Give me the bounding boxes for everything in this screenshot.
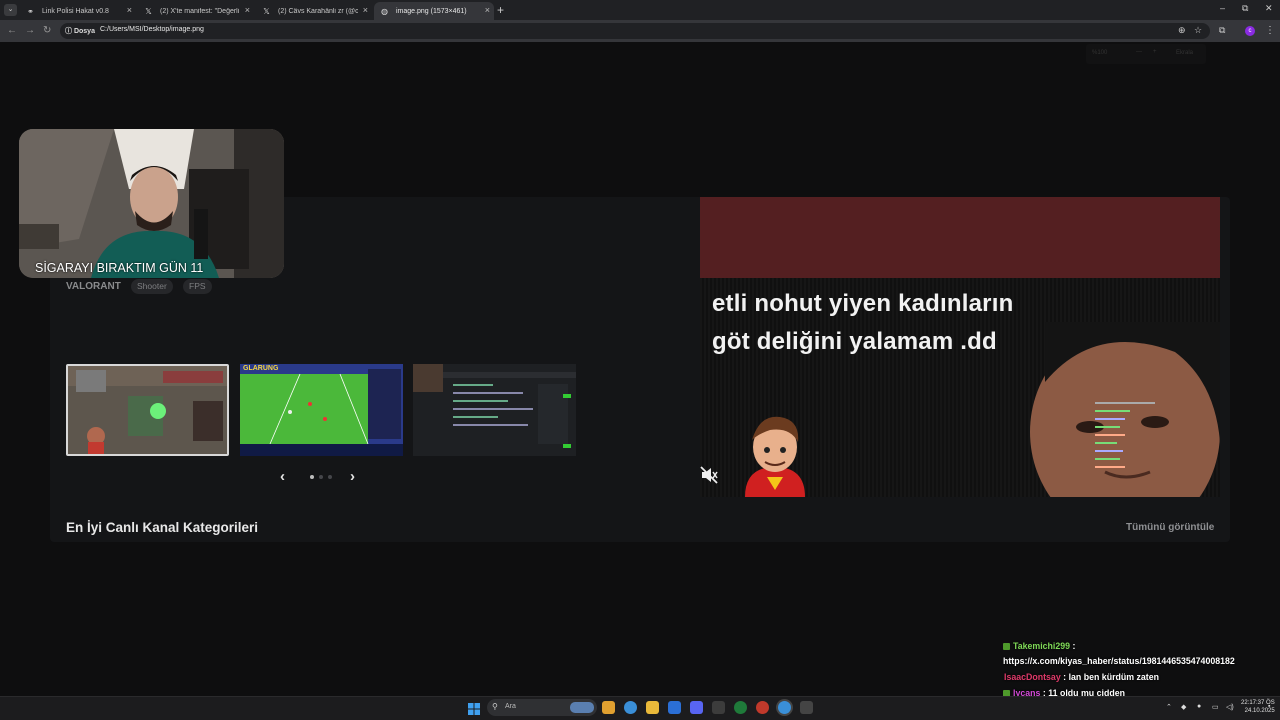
chrome-active-icon[interactable]	[778, 701, 791, 714]
code-editor-thumbnail-art	[413, 364, 576, 456]
windows-start-icon[interactable]	[468, 702, 480, 715]
bookmark-star-icon[interactable]: ☆	[1194, 25, 1202, 36]
maximize-button[interactable]: ⧉	[1242, 3, 1248, 14]
whatsapp-icon[interactable]	[734, 701, 747, 714]
zoom-minus: —	[1136, 49, 1142, 55]
url-text[interactable]: C:/Users/MSI/Desktop/image.png	[100, 26, 204, 33]
tab-title: (2) Cävs Karahânli zr (@cerrahp	[278, 7, 358, 15]
menu-dots-icon[interactable]: ⋮	[1265, 25, 1275, 36]
extensions-icon[interactable]: ⧉	[1219, 25, 1225, 36]
tag-chip[interactable]: Shooter	[131, 279, 173, 294]
zoom-label: Ekrala	[1176, 50, 1194, 56]
copilot-icon[interactable]	[602, 701, 615, 714]
zoom-plus: +	[1153, 49, 1157, 55]
tab-image-png[interactable]: ◍ image.png (1573×461) ×	[374, 2, 494, 20]
carousel-dot-active[interactable]	[310, 475, 314, 479]
chat-username: IsaacDontsay	[1004, 672, 1061, 682]
chat-text: https://x.com/kiyas_haber/status/1981446…	[1003, 656, 1235, 666]
network-icon[interactable]: ▭	[1212, 703, 1219, 711]
chat-separator: :	[1070, 641, 1076, 651]
chrome-icon[interactable]	[624, 701, 637, 714]
tag-chip[interactable]: FPS	[183, 279, 212, 294]
stream-video-player[interactable]: etli nohut yiyen kadınların göt deliğini…	[700, 197, 1220, 497]
window-close-button[interactable]: ✕	[1265, 3, 1273, 14]
carousel-next-button[interactable]: ›	[350, 468, 355, 485]
tab-x-profile[interactable]: 𝕏 (2) Cävs Karahânli zr (@cerrahp ×	[256, 2, 372, 20]
search-highlight-icon[interactable]	[570, 702, 594, 713]
search-icon: ⚲	[492, 702, 498, 711]
close-tab-icon[interactable]: ×	[127, 5, 132, 15]
chat-message: https://x.com/kiyas_haber/status/1981446…	[1003, 656, 1235, 666]
carousel-thumbnail[interactable]	[66, 364, 229, 456]
forward-arrow-icon[interactable]: →	[25, 25, 35, 36]
tab-link-polisi[interactable]: ⚭ Link Polisi Hakat v0.8 ×	[20, 2, 136, 20]
webcam-scene	[19, 129, 284, 278]
x-logo-icon: 𝕏	[263, 7, 270, 16]
chat-badge-icon	[1003, 643, 1010, 650]
webcam-overlay	[19, 129, 284, 278]
football-thumbnail-art	[240, 364, 403, 456]
address-bar[interactable]	[60, 23, 1210, 39]
game-title[interactable]: VALORANT	[66, 281, 121, 292]
app-icon[interactable]	[712, 701, 725, 714]
close-tab-icon[interactable]: ×	[245, 5, 250, 15]
carousel-prev-button[interactable]: ‹	[280, 468, 285, 485]
chat-overlay-in-video	[1095, 402, 1155, 468]
section-title: En İyi Canlı Kanal Kategorileri	[66, 520, 259, 535]
tray-chevron-icon[interactable]: ⌃	[1166, 703, 1172, 711]
new-tab-button[interactable]: +	[497, 3, 504, 17]
thumbnail-banner: GLARUNG	[243, 365, 279, 372]
valorant-thumbnail-art	[68, 366, 227, 454]
zoom-value: %100	[1092, 50, 1108, 56]
carousel-thumbnail[interactable]: GLARUNG	[240, 364, 403, 456]
chat-username: Takemichi299	[1013, 641, 1071, 651]
chat-message: Takemichi299 :	[1003, 641, 1075, 651]
tab-title: (2) X'te manifest: "Değerli üyem	[160, 7, 240, 15]
edge-icon[interactable]	[668, 701, 681, 714]
app-icon[interactable]	[756, 701, 769, 714]
info-icon: ⓘ	[65, 28, 74, 35]
faded-zoom-controls: %100 — + Ekrala	[1086, 44, 1206, 64]
webcam-caption: SİGARAYI BIRAKTIM GÜN 11	[35, 261, 204, 275]
minimize-button[interactable]: –	[1220, 3, 1225, 13]
close-tab-icon[interactable]: ×	[363, 5, 368, 15]
volume-icon[interactable]: ◁)	[1226, 703, 1234, 711]
cartoon-avatar	[745, 416, 805, 497]
discord-icon[interactable]	[690, 701, 703, 714]
chat-text: lan ben kürdüm zaten	[1068, 672, 1159, 682]
app-icon[interactable]	[800, 701, 813, 714]
chat-separator: :	[1060, 672, 1069, 682]
tab-search-button[interactable]: ⌄	[4, 4, 17, 16]
search-placeholder: Ara	[505, 703, 516, 710]
tab-title: Link Polisi Hakat v0.8	[42, 7, 109, 15]
zoom-icon[interactable]: ⊕	[1178, 25, 1186, 36]
site-chip-label: Dosya	[73, 28, 95, 35]
chat-message: IsaacDontsay : lan ben kürdüm zaten	[1004, 672, 1159, 682]
meme-text-line: göt deliğini yalamam .dd	[712, 328, 997, 355]
file-explorer-icon[interactable]	[646, 701, 659, 714]
carousel-dot[interactable]	[328, 475, 332, 479]
back-arrow-icon[interactable]: ←	[7, 25, 17, 36]
x-logo-icon: 𝕏	[145, 7, 152, 16]
globe-icon: ◍	[381, 7, 388, 16]
tab-title: image.png (1573×461)	[396, 7, 467, 15]
close-tab-icon[interactable]: ×	[485, 5, 490, 15]
reload-icon[interactable]: ↻	[43, 25, 51, 36]
windows-taskbar	[0, 696, 1280, 720]
tab-x-manifest[interactable]: 𝕏 (2) X'te manifest: "Değerli üyem ×	[138, 2, 254, 20]
profile-avatar[interactable]: c	[1245, 26, 1255, 36]
carousel-dot[interactable]	[319, 475, 323, 479]
view-all-link[interactable]: Tümünü görüntüle	[1126, 522, 1214, 533]
tray-app-icon[interactable]: ◆	[1181, 703, 1186, 711]
video-header-band	[700, 197, 1220, 278]
meme-text-line: etli nohut yiyen kadınların	[712, 290, 1014, 317]
notification-icon[interactable]: ▪	[1268, 703, 1270, 710]
tray-app-icon[interactable]: ●	[1197, 703, 1201, 710]
link-police-icon: ⚭	[27, 7, 34, 16]
site-info-chip[interactable]: ⓘ Dosya	[65, 26, 95, 36]
mute-icon[interactable]	[700, 466, 718, 484]
carousel-thumbnail[interactable]	[413, 364, 576, 456]
